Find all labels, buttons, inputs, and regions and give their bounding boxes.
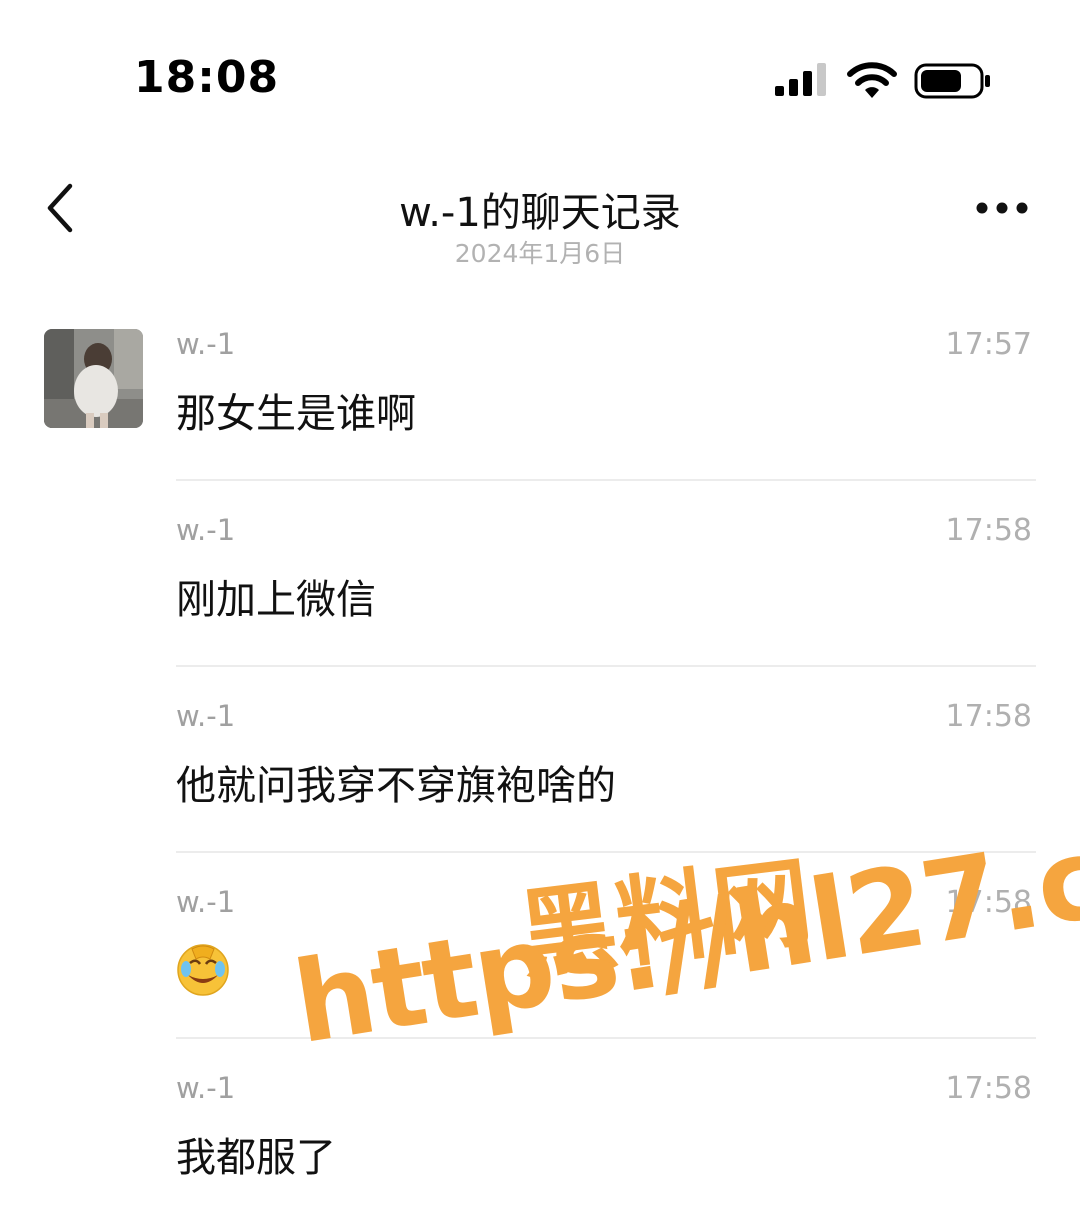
message-time: 17:58 <box>945 699 1032 734</box>
message-sender: w.-1 <box>176 1071 236 1105</box>
nav-bar: w.-1的聊天记录 2024年1月6日 <box>0 150 1080 280</box>
message-sender: w.-1 <box>176 885 236 919</box>
status-bar: 18:08 <box>0 0 1080 150</box>
message-text: 我都服了 <box>176 1135 336 1181</box>
status-time: 18:08 <box>134 52 280 103</box>
message-sender: w.-1 <box>176 699 236 733</box>
message-item[interactable]: w.-1 17:58 我都服了 <box>176 1039 1036 1225</box>
message-item[interactable]: w.-1 17:58 刚加上微信 <box>176 481 1036 667</box>
message-text: 那女生是谁啊 <box>176 391 416 437</box>
signal-icon <box>775 63 826 96</box>
message-time: 17:58 <box>945 1071 1032 1106</box>
wifi-icon <box>847 62 897 98</box>
battery-icon <box>914 63 990 99</box>
message-item[interactable]: w.-1 17:58 <box>176 853 1036 1039</box>
page-title: w.-1的聊天记录 <box>399 190 681 236</box>
message-item[interactable]: w.-1 17:58 他就问我穿不穿旗袍啥的 <box>176 667 1036 853</box>
message-time: 17:57 <box>945 327 1032 362</box>
message-sender: w.-1 <box>176 327 236 361</box>
face-palm-laughing-emoji-icon <box>177 944 229 996</box>
avatar[interactable] <box>44 329 143 428</box>
page-subtitle-date: 2024年1月6日 <box>454 239 626 268</box>
more-icon[interactable] <box>970 194 1034 222</box>
message-sender: w.-1 <box>176 513 236 547</box>
message-time: 17:58 <box>945 885 1032 920</box>
message-text: 刚加上微信 <box>176 577 376 623</box>
message-time: 17:58 <box>945 513 1032 548</box>
message-text: 他就问我穿不穿旗袍啥的 <box>176 763 616 809</box>
message-list: w.-1 17:57 那女生是谁啊 w.-1 17:58 刚加上微信 w.-1 … <box>176 295 1036 1225</box>
message-item[interactable]: w.-1 17:57 那女生是谁啊 <box>176 295 1036 481</box>
